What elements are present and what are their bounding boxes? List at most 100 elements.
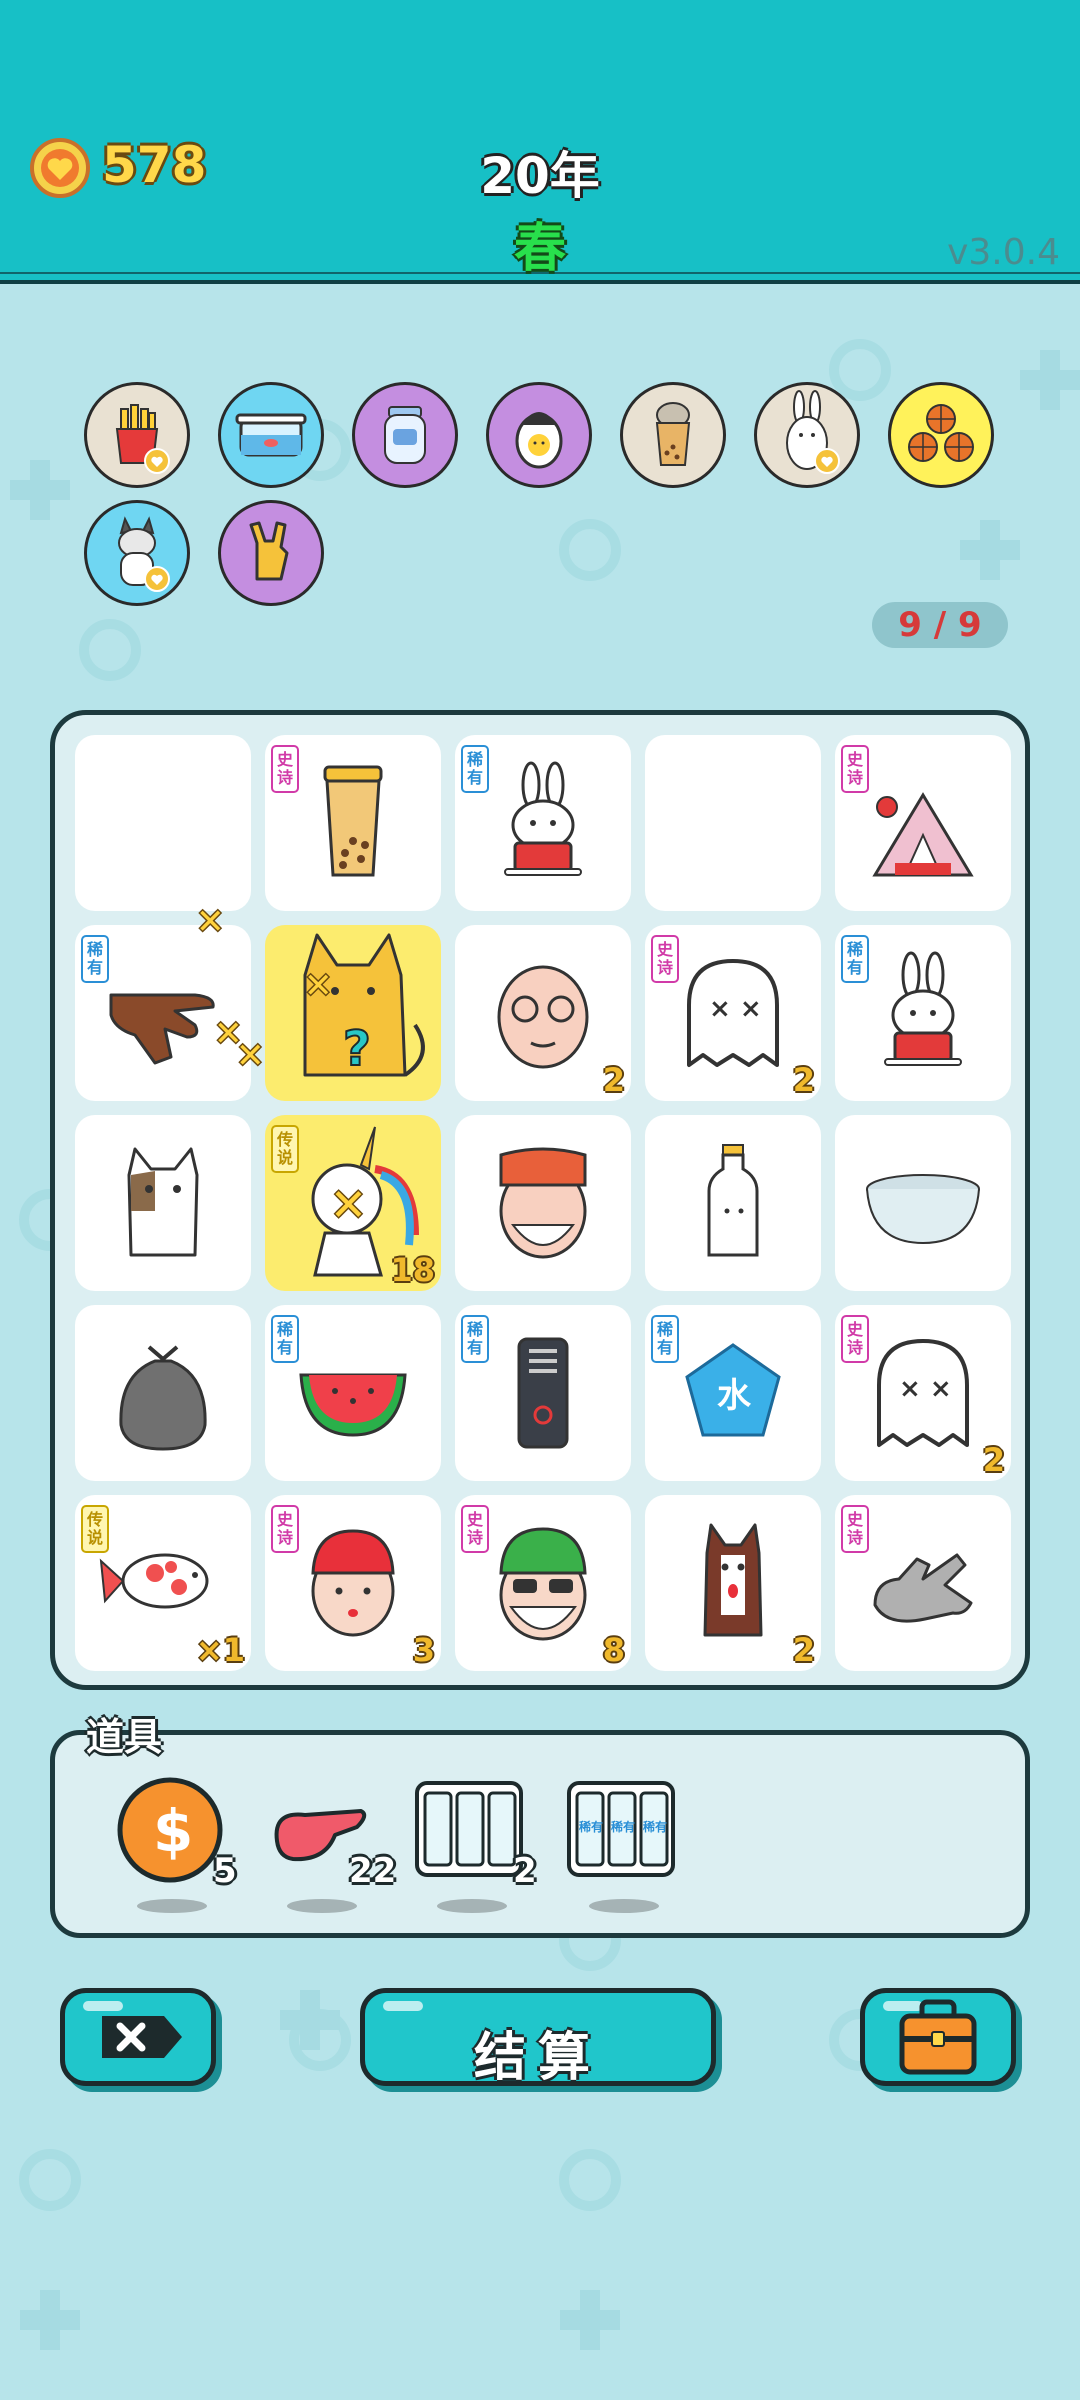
board-cell-cat[interactable] <box>75 1115 251 1291</box>
board-cell-old-man[interactable]: 2 <box>455 925 631 1101</box>
fish-tank-icon[interactable] <box>218 382 324 488</box>
board-cell-husky[interactable]: 2 <box>645 1495 821 1671</box>
card-label: 稀有 <box>611 1819 635 1834</box>
rarity-tag: 史诗 <box>841 745 869 793</box>
board-cell-water-gem[interactable]: 水 稀有 <box>645 1305 821 1481</box>
exit-x-icon <box>102 2016 182 2058</box>
item-count: 2 <box>982 1441 1005 1479</box>
basketballs-icon[interactable] <box>888 382 994 488</box>
prop-remove-cards[interactable]: 2 <box>415 1775 537 1891</box>
rarity-tag: 稀有 <box>461 1315 489 1363</box>
hit-x-icon: ✕ <box>330 1180 367 1231</box>
svg-text:?: ? <box>343 1021 371 1077</box>
board-cell-yellow-cat[interactable]: ? <box>265 925 441 1101</box>
egg-icon[interactable] <box>486 382 592 488</box>
shadow <box>589 1899 659 1913</box>
item-count: 2 <box>792 1061 815 1099</box>
board-cell-empty[interactable] <box>75 735 251 911</box>
bag-button[interactable] <box>860 1988 1016 2086</box>
rarity-tag: 史诗 <box>271 1505 299 1553</box>
highlight <box>383 2001 423 2011</box>
rarity-tag: 稀有 <box>651 1315 679 1363</box>
board-cell-ghost[interactable]: × × 史诗 2 <box>645 925 821 1101</box>
rarity-tag: 传说 <box>271 1125 299 1173</box>
item-count: 18 <box>390 1251 435 1289</box>
board-cell-ghost[interactable]: × × 史诗 2 <box>835 1305 1011 1481</box>
remove-cards-icon <box>415 1781 523 1877</box>
rarity-tag: 史诗 <box>271 745 299 793</box>
rarity-tag: 稀有 <box>841 935 869 983</box>
board-cell-green-hat-man[interactable]: 史诗 8 <box>455 1495 631 1671</box>
rarity-tag: 传说 <box>81 1505 109 1553</box>
husky-icon[interactable] <box>84 500 190 606</box>
props-panel: $ 5 22 2 稀有 稀有 稀有 <box>50 1730 1030 1938</box>
item-count: ×1 <box>195 1631 245 1669</box>
shadow <box>137 1899 207 1913</box>
rare-cards-icon: 稀有 稀有 稀有 <box>567 1781 675 1877</box>
hit-x-icon: ✕ <box>236 1036 265 1076</box>
props-title: 道具 <box>86 1715 163 1759</box>
rabbit-icon[interactable] <box>754 382 860 488</box>
season-label: 春 <box>513 219 566 279</box>
svg-text:× ×: × × <box>899 1374 952 1404</box>
board-cell-power-bank[interactable]: 稀有 <box>455 1305 631 1481</box>
settle-label: 结算 <box>473 2028 602 2088</box>
board-cell-pointing-hand[interactable]: 稀有 <box>75 925 251 1101</box>
trash-bag-icon <box>119 1345 207 1451</box>
briefcase-icon <box>899 1999 977 2075</box>
bowl-icon <box>866 1174 980 1245</box>
board-cell-watermelon[interactable]: 稀有 <box>265 1305 441 1481</box>
collection-counter: 9 / 9 <box>872 602 1008 648</box>
prop-coin[interactable]: $ 5 <box>115 1775 237 1891</box>
item-board: 史诗 稀有 史诗 稀有 ? 2 × × 史诗 2 稀有 传说 18 稀有 稀有 … <box>50 710 1030 1690</box>
board-cell-empty[interactable] <box>645 735 821 911</box>
board-cell-bowl[interactable] <box>835 1115 1011 1291</box>
prop-count: 2 <box>513 1851 537 1891</box>
svg-text:$: $ <box>153 1797 193 1865</box>
svg-text:× ×: × × <box>709 994 762 1024</box>
rarity-tag: 稀有 <box>461 745 489 793</box>
shadow <box>437 1899 507 1913</box>
item-count: 2 <box>602 1061 625 1099</box>
item-count: 3 <box>412 1631 435 1669</box>
board-cell-gray-hand[interactable]: 史诗 <box>835 1495 1011 1671</box>
card-label: 稀有 <box>579 1819 603 1834</box>
coin-icon: $ <box>117 1777 223 1883</box>
version-label: v3.0.4 <box>947 232 1060 273</box>
exit-button[interactable] <box>60 1988 216 2086</box>
hit-x-icon: ✕ <box>196 902 225 942</box>
board-cell-rabbit-tent[interactable]: 史诗 <box>835 735 1011 911</box>
rarity-tag: 史诗 <box>841 1505 869 1553</box>
board-cell-rabbit[interactable]: 稀有 <box>835 925 1011 1101</box>
card-label: 稀有 <box>643 1819 667 1834</box>
rarity-tag: 史诗 <box>461 1505 489 1553</box>
board-cell-rabbit[interactable]: 稀有 <box>455 735 631 911</box>
board-cell-koi-fish[interactable]: 传说 ×1 <box>75 1495 251 1671</box>
gem-label: 水 <box>717 1376 752 1416</box>
item-count: 8 <box>602 1631 625 1669</box>
board-cell-red-hair-boy[interactable]: 史诗 3 <box>265 1495 441 1671</box>
rarity-tag: 史诗 <box>651 935 679 983</box>
milk-bottle-icon <box>707 1144 759 1257</box>
hit-x-icon: ✕ <box>304 966 333 1006</box>
rarity-tag: 稀有 <box>81 935 109 983</box>
rock-hand-icon[interactable] <box>218 500 324 606</box>
prop-count: 5 <box>213 1851 237 1891</box>
cat-icon <box>127 1147 199 1257</box>
shadow <box>287 1899 357 1913</box>
settle-button[interactable]: 结算 <box>360 1988 716 2088</box>
yellow-cat-icon: ? <box>303 933 425 1078</box>
board-cell-cap-man[interactable] <box>455 1115 631 1291</box>
rarity-tag: 史诗 <box>841 1315 869 1363</box>
board-cell-trash-bag[interactable] <box>75 1305 251 1481</box>
item-count: 2 <box>792 1631 815 1669</box>
board-cell-milk-tea[interactable]: 史诗 <box>265 735 441 911</box>
jar-icon[interactable] <box>352 382 458 488</box>
rarity-tag: 稀有 <box>271 1315 299 1363</box>
prop-rare-cards[interactable]: 稀有 稀有 稀有 <box>567 1775 677 1885</box>
prop-liver[interactable]: 22 <box>265 1775 396 1891</box>
prop-count: 22 <box>349 1851 397 1891</box>
fries-icon[interactable] <box>84 382 190 488</box>
board-cell-milk-bottle[interactable] <box>645 1115 821 1291</box>
milk-tea-icon[interactable] <box>620 382 726 488</box>
